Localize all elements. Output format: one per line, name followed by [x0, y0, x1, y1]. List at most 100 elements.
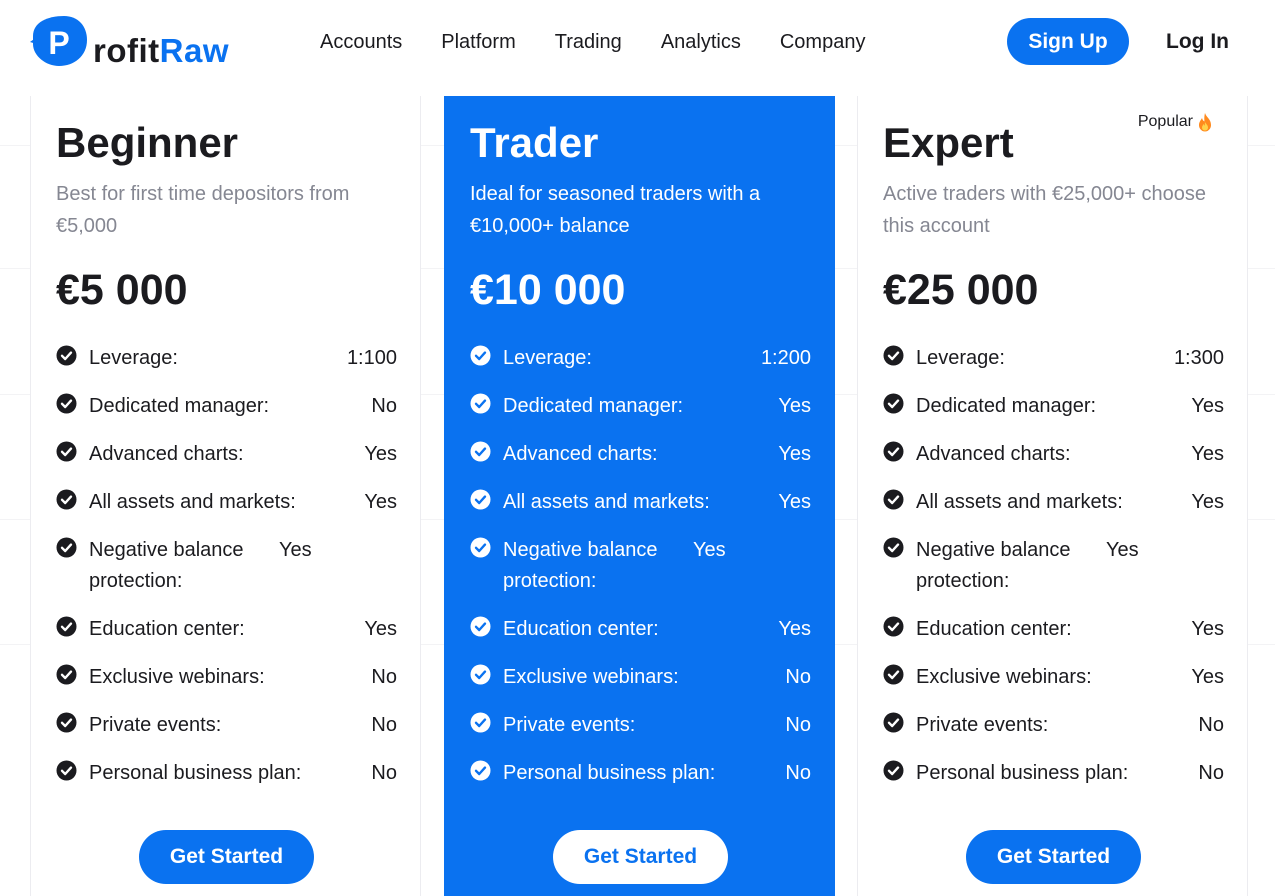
check-circle-icon — [470, 712, 491, 733]
feature-value: Yes — [778, 618, 811, 640]
feature-row: Education center: Yes — [56, 614, 397, 645]
feature-label: Exclusive webinars: — [503, 666, 679, 688]
brand-name: rofitRaw — [93, 32, 229, 70]
feature-row: All assets and markets: Yes — [470, 487, 811, 518]
feature-row: Dedicated manager: Yes — [883, 391, 1224, 422]
brand-logo[interactable]: P rofitRaw — [30, 16, 250, 70]
check-circle-icon — [883, 393, 904, 414]
feature-row: Leverage: 1:300 — [883, 343, 1224, 374]
feature-row: Personal business plan: No — [56, 758, 397, 789]
plan-name: Trader — [470, 119, 599, 166]
brand-name-dark: rofit — [93, 32, 160, 69]
check-circle-icon — [56, 441, 77, 462]
feature-value: 1:200 — [760, 347, 811, 369]
feature-label: Personal business plan: — [89, 762, 302, 784]
popular-badge-label: Popular — [1137, 113, 1193, 130]
feature-label: Leverage: — [916, 347, 1005, 369]
nav-item-accounts[interactable]: Accounts — [320, 28, 402, 56]
check-circle-icon — [470, 393, 491, 414]
feature-row: Private events: No — [470, 710, 811, 741]
check-circle-icon — [56, 664, 77, 685]
feature-row: Personal business plan: No — [883, 758, 1224, 789]
feature-row: Dedicated manager: No — [56, 391, 397, 422]
fire-icon — [1199, 113, 1211, 132]
feature-row: Exclusive webinars: No — [56, 662, 397, 693]
feature-label: Leverage: — [89, 347, 178, 369]
feature-row: Education center: Yes — [470, 614, 811, 645]
plan-price: €5 000 — [56, 266, 188, 314]
feature-label: Dedicated manager: — [916, 395, 1097, 417]
feature-value: No — [785, 762, 811, 784]
nav-item-trading[interactable]: Trading — [555, 28, 622, 56]
feature-value: Yes — [1191, 666, 1224, 688]
feature-value: Yes — [1191, 491, 1224, 513]
feature-value: No — [1198, 714, 1224, 736]
check-circle-icon — [56, 345, 77, 366]
check-circle-icon — [56, 489, 77, 510]
logo-letter: P — [48, 25, 69, 61]
logo-icon: P — [30, 16, 87, 66]
check-circle-icon — [883, 489, 904, 510]
feature-row: Negative balance protection: Yes — [56, 535, 397, 597]
plan-card-trader: Trader Ideal for seasoned traders with a… — [444, 96, 835, 896]
feature-label: All assets and markets: — [89, 491, 296, 513]
get-started-button[interactable]: Get Started — [139, 830, 314, 884]
plan-description: Best for first time depositors from €5,0… — [56, 183, 350, 237]
feature-value: No — [371, 762, 397, 784]
check-circle-icon — [470, 345, 491, 366]
nav-item-analytics[interactable]: Analytics — [661, 28, 741, 56]
plan-price: €10 000 — [470, 266, 626, 314]
feature-label: All assets and markets: — [503, 491, 710, 513]
nav-item-platform[interactable]: Platform — [441, 28, 515, 56]
feature-row: Personal business plan: No — [470, 758, 811, 789]
feature-row: Exclusive webinars: Yes — [883, 662, 1224, 693]
feature-label: Dedicated manager: — [89, 395, 270, 417]
feature-value: Yes — [364, 491, 397, 513]
check-circle-icon — [883, 345, 904, 366]
sign-up-button[interactable]: Sign Up — [1007, 18, 1129, 65]
check-circle-icon — [470, 760, 491, 781]
feature-label: Personal business plan: — [503, 762, 716, 784]
feature-row: Negative balance protection: Yes — [470, 535, 811, 597]
check-circle-icon — [883, 616, 904, 637]
nav-item-company[interactable]: Company — [780, 28, 866, 56]
feature-row: Advanced charts: Yes — [470, 439, 811, 470]
feature-label: Private events: — [503, 714, 636, 736]
feature-label: Education center: — [89, 618, 245, 640]
check-circle-icon — [470, 664, 491, 685]
feature-label: All assets and markets: — [916, 491, 1123, 513]
feature-label: Advanced charts: — [916, 443, 1071, 465]
plan-card-expert: Popular Expert Active traders with €25,0… — [857, 96, 1248, 896]
check-circle-icon — [56, 537, 77, 558]
check-circle-icon — [883, 664, 904, 685]
feature-label: Private events: — [916, 714, 1049, 736]
check-circle-icon — [56, 760, 77, 781]
feature-label: Advanced charts: — [89, 443, 244, 465]
get-started-button[interactable]: Get Started — [966, 830, 1141, 884]
feature-value: Yes — [364, 443, 397, 465]
feature-label: Advanced charts: — [503, 443, 658, 465]
feature-value: Yes — [364, 618, 397, 640]
get-started-button[interactable]: Get Started — [553, 830, 728, 884]
check-circle-icon — [883, 537, 904, 558]
feature-row: Education center: Yes — [883, 614, 1224, 645]
feature-row: Exclusive webinars: No — [470, 662, 811, 693]
feature-row: Negative balance protection: Yes — [883, 535, 1224, 597]
brand-name-blue: Raw — [159, 32, 230, 69]
feature-value: Yes — [279, 539, 312, 561]
feature-value: 1:300 — [1173, 347, 1224, 369]
check-circle-icon — [883, 712, 904, 733]
feature-label: Personal business plan: — [916, 762, 1129, 784]
plan-name: Beginner — [56, 119, 239, 166]
feature-label: Education center: — [916, 618, 1072, 640]
feature-value: No — [785, 666, 811, 688]
feature-list: Leverage: 1:300 Dedicated manager: Yes Advan… — [883, 343, 1224, 806]
feature-value: No — [371, 714, 397, 736]
feature-row: Dedicated manager: Yes — [470, 391, 811, 422]
feature-label: Negative balance protection: — [916, 539, 1071, 592]
feature-value: Yes — [693, 539, 726, 561]
feature-value: No — [1198, 762, 1224, 784]
feature-value: No — [785, 714, 811, 736]
log-in-link[interactable]: Log In — [1166, 28, 1229, 56]
popular-badge: Popular — [1138, 112, 1213, 132]
